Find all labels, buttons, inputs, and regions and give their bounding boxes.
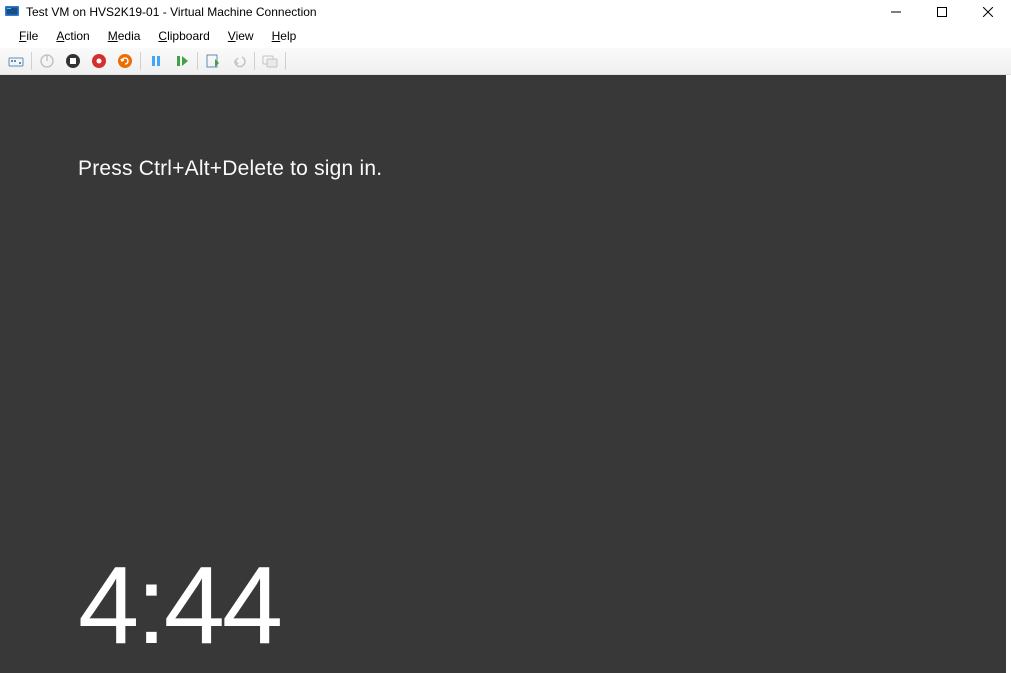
menu-clipboard[interactable]: Clipboard [149,26,218,46]
toolbar-separator [140,52,141,70]
menu-media[interactable]: Media [99,26,150,46]
turn-off-button[interactable] [34,49,60,73]
toolbar [0,48,1011,75]
toolbar-separator [197,52,198,70]
save-button[interactable] [86,49,112,73]
title-bar-left: Test VM on HVS2K19-01 - Virtual Machine … [4,3,317,22]
menu-file[interactable]: File [10,26,47,46]
toolbar-separator [31,52,32,70]
ctrl-alt-del-button[interactable] [3,49,29,73]
menu-help[interactable]: Help [263,26,306,46]
shut-down-button[interactable] [60,49,86,73]
reset-button[interactable] [112,49,138,73]
enhanced-session-button[interactable] [257,49,283,73]
menu-view[interactable]: View [219,26,263,46]
maximize-button[interactable] [919,0,965,24]
start-button[interactable] [169,49,195,73]
title-bar: Test VM on HVS2K19-01 - Virtual Machine … [0,0,1011,24]
revert-button[interactable] [226,49,252,73]
lock-screen-message: Press Ctrl+Alt+Delete to sign in. [78,157,382,181]
window-controls [873,0,1011,24]
window-title: Test VM on HVS2K19-01 - Virtual Machine … [26,5,317,19]
toolbar-separator [285,52,286,70]
close-button[interactable] [965,0,1011,24]
toolbar-separator [254,52,255,70]
app-icon [4,3,20,22]
pause-button[interactable] [143,49,169,73]
checkpoint-button[interactable] [200,49,226,73]
lock-screen-clock: 4:44 [78,551,280,661]
menu-action[interactable]: Action [47,26,98,46]
minimize-button[interactable] [873,0,919,24]
menu-bar: File Action Media Clipboard View Help [0,24,1011,48]
vm-display[interactable]: Press Ctrl+Alt+Delete to sign in. 4:44 [0,75,1011,673]
